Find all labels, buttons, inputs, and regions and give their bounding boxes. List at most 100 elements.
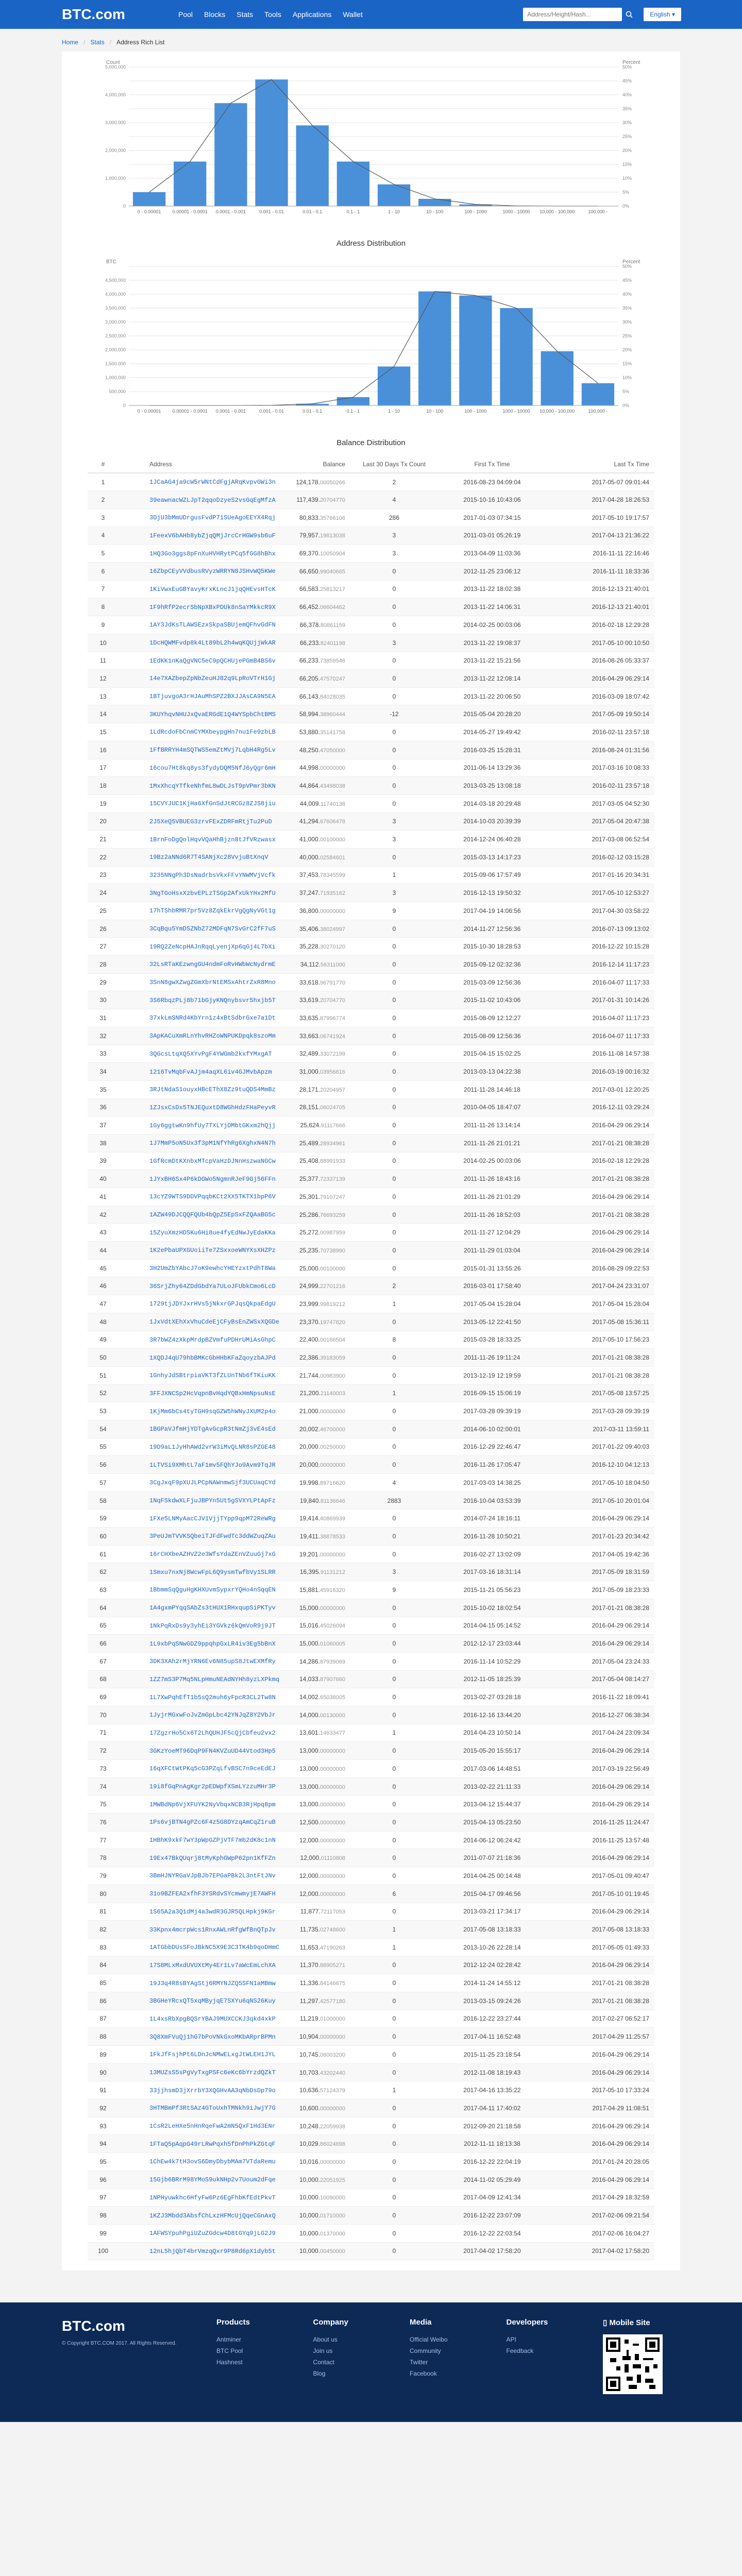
address-link[interactable]: 19RQ2ZeNcpHAJnRqqLyenjXp6qGj4L7bXi	[149, 943, 276, 951]
bar[interactable]	[132, 192, 166, 206]
footer-link[interactable]: Contact	[313, 2357, 410, 2368]
address-link[interactable]: 19J3q4R8sBYAgStj6RMYNJZQ5SFN1aMBmw	[149, 1980, 276, 1987]
footer-link[interactable]: Feedback	[507, 2345, 603, 2357]
address-link[interactable]: 16rCHXbeAZHVZ2e3WfsYdaZEnVZuuGj7xG	[149, 1551, 276, 1558]
address-link[interactable]: 3Q8XmFVuQj1hG7bPoVNkGxoMKbARprBPMn	[149, 2033, 276, 2041]
address-link[interactable]: 17hTShbRMR7pr5Vz8ZqkEkrVgQgNyVGt1g	[149, 907, 276, 914]
address-link[interactable]: 3BGHeYRcxQT5xqMByjqE7SXYu6qNS26Kuy	[149, 1997, 276, 2005]
address-link[interactable]: 1BbmmSqQguHgKHXUvmSypxrYQHo4nSqqEN	[149, 1586, 276, 1594]
address-link[interactable]: 16cou7Ht8kq8ys3fydyDQM5NfJ6yQgr6mH	[149, 765, 276, 772]
bar[interactable]	[500, 308, 533, 405]
footer-link[interactable]: Join us	[313, 2345, 410, 2357]
address-link[interactable]: 1JxVdtXEhXxVhuCdeEjCFyBsEnZWSxXQGDe	[149, 1318, 279, 1326]
nav-tools[interactable]: Tools	[259, 10, 287, 19]
address-link[interactable]: 1JCaAG4ja9cW5rWNtCdFgjARqKvpvGWi3n	[149, 479, 276, 486]
address-link[interactable]: 16ZbpCEyVVdbusRVyzWRRYN8JSHvWQ5KWe	[149, 568, 276, 575]
footer-link[interactable]: API	[507, 2334, 603, 2345]
address-link[interactable]: 15ZyuXmzHDSKu6Hi8ue4fyEdNwJyEdaKKa	[149, 1229, 276, 1236]
bar[interactable]	[418, 198, 451, 206]
footer-link[interactable]: About us	[313, 2334, 410, 2345]
address-link[interactable]: 33jjhsmD3jXrrbY3XQGHvAA3qNbDsDp79o	[149, 2087, 276, 2094]
address-link[interactable]: 36SrjZhy64ZDdGbdYa7ULoJFUbkCmo6LcD	[149, 1283, 276, 1290]
address-link[interactable]: 1EdKK1nKaQgVNC5eC9pQCHUjePGmB4BS6v	[149, 657, 276, 665]
address-link[interactable]: 1HQ3Go3ggs8pFnXuHVHRytPCq5fGG8hBhx	[149, 550, 276, 557]
address-link[interactable]: 3R7bWZ4zXkpMrdpBZVmfuPDHrUMiAsGhpC	[149, 1336, 276, 1344]
address-link[interactable]: 3CqBqu5YmDSZNbZ72MDFqN7SvGrC2fF7uS	[149, 925, 276, 933]
search-input[interactable]	[523, 8, 622, 21]
address-link[interactable]: 1FkJfFsjhPt6LDnJcNMwELxgJtWLEH1JYL	[149, 2051, 276, 2058]
address-link[interactable]: 1FfBRRYH4mSQTWS5emZtMVj7LqbH4Rg5Lv	[149, 747, 276, 754]
address-link[interactable]: 1ChEw4k7tH3ovS6DmyDbybMAm7VTdaRemu	[149, 2158, 276, 2165]
address-link[interactable]: 1XQDJ4qU79hbBMKcGbHHbKFaZqoyzbAJPd	[149, 1354, 276, 1362]
address-link[interactable]: 1L7XwPqhEfT1b5sQ2muh6yFpcR3CL2Tw8N	[149, 1694, 276, 1701]
bar[interactable]	[214, 103, 247, 206]
breadcrumb-stats[interactable]: Stats	[90, 39, 104, 46]
address-link[interactable]: 1KjMm6bCs4tyTGH9sqGZW5hWNyJXUM2p4o	[149, 1408, 276, 1415]
address-link[interactable]: 1LTVSi9XMhtL7aF1mv5FQhYJo9Avm9TqJR	[149, 1462, 276, 1469]
address-link[interactable]: 3FFJXNCSp2HcVqpnBvHqdYQBxHmNpsuNsE	[149, 1390, 276, 1397]
address-link[interactable]: 1KZJ3Mbdd3AbsfChLxzHFMcUjQqeCGnAxQ	[149, 2212, 276, 2219]
address-link[interactable]: 1CsR2LeHXe5nHnRqeFwA2mN5QxF1Hd3ENr	[149, 2123, 276, 2130]
address-link[interactable]: 13cYZ9WTS9DDVPqqbKCt2XX5TKTX1bpP6V	[149, 1193, 276, 1200]
address-link[interactable]: 3S6RbqzPLj8b71bGjyKNQnybsvr5hxjb5T	[149, 997, 276, 1004]
address-link[interactable]: 1S65A2a3Q1dMj4a3wdR3GJR5QLHpkj9KGr	[149, 1908, 276, 1916]
address-link[interactable]: 1NPHyuwkhc6HfyFw6Pz6EgFhbKfEdtPkvT	[149, 2194, 276, 2201]
address-link[interactable]: 1NkPqRxDs9y3yhEi3YGVkz6kQmVoR9j9JT	[149, 1622, 276, 1630]
bar[interactable]	[541, 351, 574, 405]
address-link[interactable]: 37xkLmSNRd4KbYrn1z4xBtSdbrGxe7a1Dt	[149, 1014, 276, 1022]
address-link[interactable]: 19Bz2aNNd6R7T4SANjXc28VvjuBtXnqV	[149, 854, 268, 861]
address-link[interactable]: 1729tjJDYJxrHVs5jNkxrGPJqsQkpaEdgU	[149, 1300, 276, 1308]
nav-stats[interactable]: Stats	[231, 10, 259, 19]
footer-link[interactable]: Twitter	[410, 2357, 507, 2368]
address-link[interactable]: 1GnhyJdSBtrpiaVKT3fZLUnTNb6fTKiuKK	[149, 1372, 276, 1379]
address-link[interactable]: 3235NNgPh3DsNadrbsVkxFFvYNWMVjVcfk	[149, 872, 276, 879]
address-link[interactable]: 3BmHJNYRGaVJpBJb7EPGaPBk2L3ntFtJNv	[149, 1872, 276, 1879]
address-link[interactable]: 3PeUJmTVVKSQbeiTJFdFwdTc3ddWZuqZAu	[149, 1533, 276, 1540]
address-link[interactable]: 3QGcsLtqXQ5XYvPgF4YWGmb2kxfYMxgAT	[149, 1050, 272, 1058]
address-link[interactable]: 15CVYJUC1KjHa6XfGnSdJtRCGz8ZJS8jiu	[149, 800, 276, 807]
breadcrumb-home[interactable]: Home	[62, 39, 78, 46]
address-link[interactable]: 1FXe5LNMyAacCJV1VjjTYpp9qpM72ReWRg	[149, 1515, 276, 1522]
address-link[interactable]: 1FTaQ5pAqpG49rLRwPqxh5fDnPhPkZGtqF	[149, 2141, 276, 2148]
address-link[interactable]: 15Gjb6BRrM98YMoS9ukNHp2v7Uoum2dFqe	[149, 2176, 276, 2183]
address-link[interactable]: 1Smxu7nxNj8WcwFpL6Q9ysmTwfbVy1SLRR	[149, 1569, 276, 1576]
address-link[interactable]: 1BTjuvgoA3rHJAuMhSPZ2BXJJAsCA9N5EA	[149, 693, 276, 700]
search-icon[interactable]	[622, 8, 636, 21]
address-link[interactable]: 3KUYhqvNHUJxQvaERGdE1Q4WYSpbChtBMS	[149, 711, 276, 718]
address-link[interactable]: 1K2ePbaUPXGUoiiTe7ZSxxoeWNYXsXHZPz	[149, 1247, 276, 1254]
bar[interactable]	[336, 397, 370, 405]
address-link[interactable]: 1Gy6ggtwKn9hfUy7TXLYjDMbtGKxm2hQjj	[149, 1122, 276, 1129]
bar[interactable]	[459, 295, 492, 405]
address-link[interactable]: 1Ps6vjBTN4gPZc6F4z5G8DYzqAmCqZ1ruB	[149, 1819, 276, 1826]
address-link[interactable]: 32LsRTaKEzwngGU4ndmFoRvHWbWcNydrmE	[149, 961, 276, 968]
address-link[interactable]: 1AZW49DJCQQFQUb4bQpZ5EpSxFZQAaBG5c	[149, 1211, 276, 1218]
address-link[interactable]: 1JyjrMGxwFoJvZmGpLbc42YNJqZ8Y2VbJr	[149, 1711, 276, 1719]
address-link[interactable]: 19Ex47BkQUqrj8tMyKphGWpP62pn1KfFZn	[149, 1855, 276, 1862]
address-link[interactable]: 2J5XeQ5VBUEG3zrvFExZDRFmRtjTu2PuD	[149, 818, 272, 825]
address-link[interactable]: 1DcHQWMFvdp8k4Lt89bL2h4wqKQUjjWkAR	[149, 639, 276, 647]
address-link[interactable]: 1A4gxmPYqqSAbZs3tHUX1RHxqupSiPKTyv	[149, 1604, 276, 1612]
address-link[interactable]: 3RJtNdaS1ouyxHBcEThX8Zz9tuQDS4MmBz	[149, 1086, 276, 1093]
bar[interactable]	[418, 291, 451, 405]
address-link[interactable]: 1ZJsxCsDx5TNJEQuxtD8WGhHdzFHaPeyvR	[149, 1104, 276, 1111]
address-link[interactable]: 17ZgzrHo5Cx6T2LhQUHJF5cQjCbfeu2vx2	[149, 1730, 276, 1737]
address-link[interactable]: 1F9hRfP2ecrSbNpXBxPDUk8nSaYMkkcR9X	[149, 604, 276, 611]
address-link[interactable]: 3SnN8gwXZwgZGmXbrNtEMSxAhtrZxR8Mno	[149, 979, 276, 986]
address-link[interactable]: 3H2UmZbYAbcJ7oK9ewhcYHEYzxtPdhT8Wa	[149, 1265, 276, 1272]
footer-link[interactable]: Facebook	[410, 2368, 507, 2379]
footer-link[interactable]: Blog	[313, 2368, 410, 2379]
address-link[interactable]: 1MxXhcqYTfkeNhfmL8wDLJsT9pVPmr3bKN	[149, 783, 276, 790]
address-link[interactable]: 1HBhK9xkF7wY3pWpGZPjVTF7mb2dK8c1nN	[149, 1837, 276, 1844]
address-link[interactable]: 3DK3XAh2rMjYRN6Ev6N85upS8JtwEXMfRy	[149, 1658, 276, 1665]
nav-blocks[interactable]: Blocks	[198, 10, 231, 19]
footer-link[interactable]: Official Weibo	[410, 2334, 507, 2345]
footer-link[interactable]: Community	[410, 2345, 507, 2357]
bar[interactable]	[255, 79, 288, 206]
footer-link[interactable]: BTC Pool	[216, 2345, 313, 2357]
bar[interactable]	[296, 125, 329, 206]
bar[interactable]	[581, 383, 615, 405]
nav-pool[interactable]: Pool	[173, 10, 198, 19]
address-link[interactable]: 1JYxBH6Sx4P6kDGWo5NgmnRJeF9Gj56FFn	[149, 1176, 276, 1183]
address-link[interactable]: 3NgTGoHsxXzbvEPLzTSGp2AfxUkYHx2MfU	[149, 890, 276, 897]
address-link[interactable]: 1BGPaVJfmHjYDTgAvGcpR3tNmZj3vE4sEd	[149, 1426, 276, 1433]
